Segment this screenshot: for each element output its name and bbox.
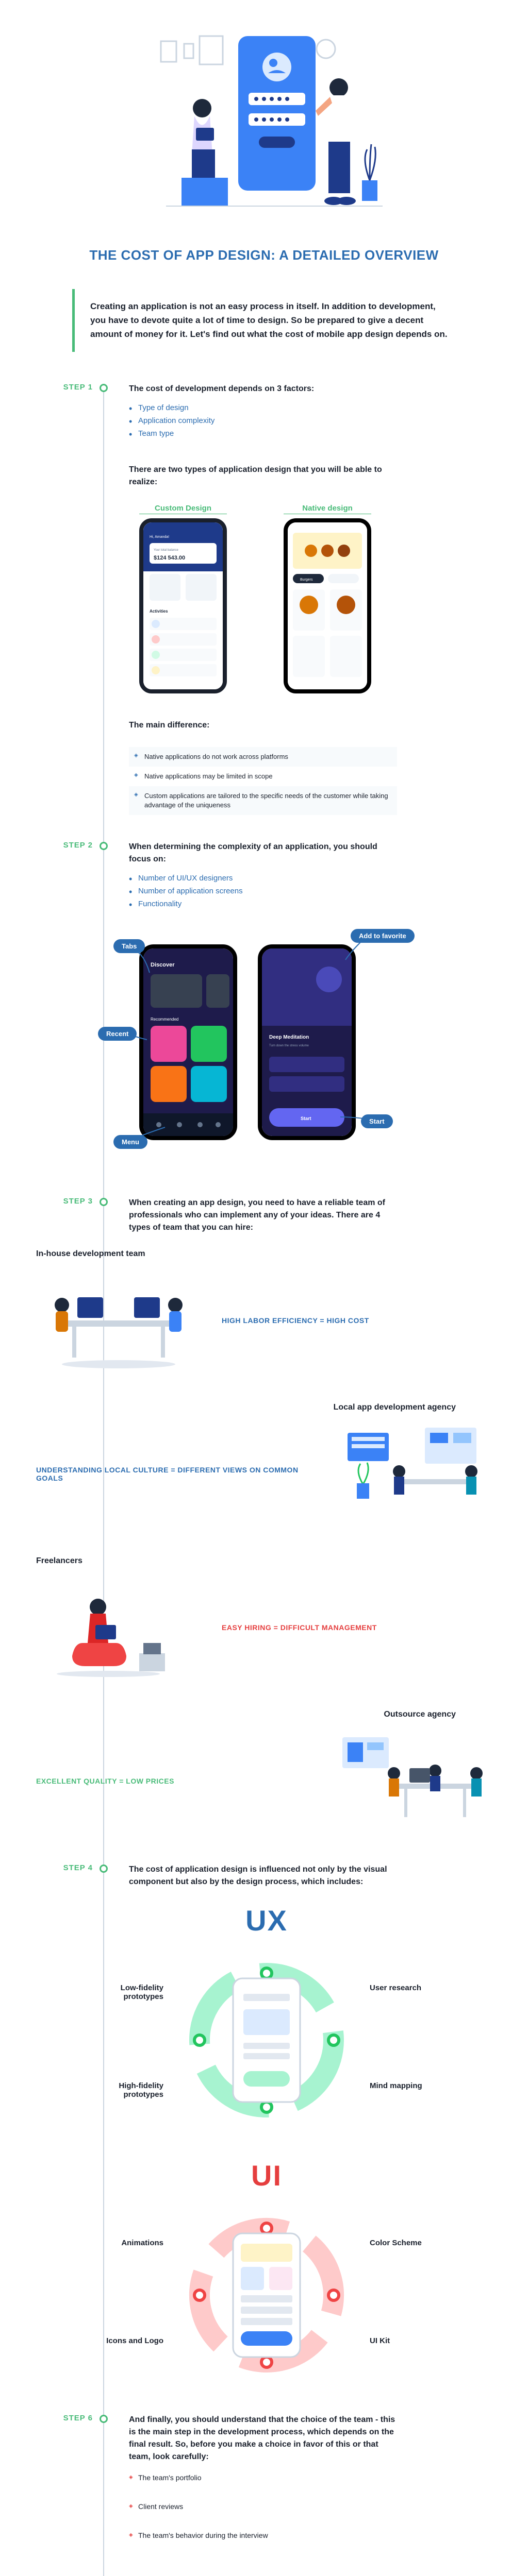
step-text: The cost of development depends on 3 fac… [129, 383, 397, 395]
step-marker-icon [100, 384, 108, 392]
step2-bullets: Number of UI/UX designers Number of appl… [129, 874, 497, 908]
step-text: The cost of application design is influe… [129, 1863, 397, 1888]
diff-list: Native applications do not work across p… [129, 747, 397, 816]
team-title: Outsource agency [129, 1710, 456, 1719]
ring-phone [228, 2228, 305, 2362]
step-3: STEP 3 When creating an app design, you … [103, 1197, 497, 1833]
final-item: The team's portfolio [129, 2473, 497, 2482]
svg-text:Activities: Activities [150, 609, 168, 614]
final-item: The team's behavior during the interview [129, 2531, 497, 2539]
svg-text:$124 543.00: $124 543.00 [154, 555, 185, 561]
svg-text:Hi, Amanda!: Hi, Amanda! [150, 535, 169, 539]
step1-bullets: Type of design Application complexity Te… [129, 403, 497, 438]
step-1: STEP 1 The cost of development depends o… [103, 383, 497, 816]
final-item: Client reviews [129, 2502, 497, 2511]
svg-text:Turn down the stress volume: Turn down the stress volume [269, 1044, 309, 1047]
svg-text:Start: Start [301, 1116, 311, 1121]
team-title: Freelancers [36, 1556, 497, 1566]
ann-menu: Menu [113, 1135, 147, 1149]
step-label: STEP 1 [36, 383, 93, 392]
step-4: STEP 4 The cost of application design is… [103, 1863, 497, 2388]
ui-label: UI [36, 2159, 497, 2192]
step-text: When determining the complexity of an ap… [129, 841, 397, 866]
ui-anim: Animations [86, 2239, 163, 2247]
annotated-phones: Discover Recommended [98, 924, 497, 1171]
ui-diagram: UI Animations Icons and Logo Color Schem… [36, 2159, 497, 2388]
step-marker-icon [100, 1865, 108, 1873]
phone-comparison: Custom Design Hi, Amanda! Your total bal… [139, 504, 497, 693]
phone-discover: Discover Recommended [139, 944, 237, 1140]
team-caption: EASY HIRING = DIFFICULT MANAGEMENT [222, 1623, 497, 1632]
svg-text:Your total balance: Your total balance [154, 549, 178, 552]
hero-illustration [140, 31, 388, 216]
step-marker-icon [100, 842, 108, 850]
team-outsource: Outsource agency EXCELLENT QUALITY = LOW… [129, 1710, 497, 1833]
svg-text:Deep Meditation: Deep Meditation [269, 1035, 309, 1040]
team-illustration [36, 1269, 201, 1372]
ann-recent: Recent [98, 1027, 137, 1041]
diff-heading: The main difference: [129, 719, 397, 732]
diff-item: Native applications may be limited in sc… [129, 767, 397, 786]
intro-box: Creating an application is not an easy p… [72, 289, 466, 352]
team-caption: EXCELLENT QUALITY = LOW PRICES [36, 1777, 311, 1785]
diff-item: Custom applications are tailored to the … [129, 786, 397, 815]
team-illustration [332, 1730, 497, 1833]
team-title: Local app development agency [129, 1403, 456, 1412]
team-caption: UNDERSTANDING LOCAL CULTURE = DIFFERENT … [36, 1466, 311, 1482]
bullet-item: Team type [129, 429, 497, 438]
timeline: STEP 1 The cost of development depends o… [103, 383, 528, 2576]
step-label: STEP 2 [36, 841, 93, 850]
bullet-item: Number of application screens [129, 887, 497, 895]
step-label: STEP 3 [36, 1197, 93, 1206]
team-local: Local app development agency UNDERSTANDI… [129, 1403, 497, 1526]
ui-icons: Icons and Logo [86, 2336, 163, 2345]
team-title: In-house development team [36, 1249, 497, 1259]
final-list: The team's portfolio Client reviews The … [129, 2473, 497, 2539]
team-illustration [36, 1576, 201, 1679]
bullet-item: Number of UI/UX designers [129, 874, 497, 883]
step-marker-icon [100, 1198, 108, 1206]
phone-mock-native: Burgers [284, 518, 371, 693]
ux-diagram: UX Low-fidelity prototypes High-fidelity… [36, 1904, 497, 2133]
svg-text:Discover: Discover [151, 962, 175, 968]
diff-item: Native applications do not work across p… [129, 747, 397, 767]
sub-heading: There are two types of application desig… [129, 464, 397, 488]
ann-fav: Add to favorite [351, 929, 415, 943]
page-title: THE COST OF APP DESIGN: A DETAILED OVERV… [0, 247, 528, 263]
svg-text:Burgers: Burgers [300, 578, 313, 582]
ann-start: Start [361, 1114, 393, 1128]
bullet-item: Functionality [129, 900, 497, 908]
step-marker-icon [100, 2415, 108, 2423]
step-text: When creating an app design, you need to… [129, 1197, 397, 1234]
phone-meditation: Deep Meditation Turn down the stress vol… [258, 944, 356, 1140]
native-design-col: Native design Burgers [284, 504, 371, 693]
team-inhouse: In-house development team [36, 1249, 497, 1372]
phone-label: Native design [284, 504, 371, 514]
team-caption: HIGH LABOR EFFICIENCY = HIGH COST [222, 1316, 497, 1325]
bullet-item: Type of design [129, 403, 497, 412]
ui-kit: UI Kit [370, 2336, 447, 2345]
step-label: STEP 4 [36, 1863, 93, 1872]
ring-phone [228, 1973, 305, 2107]
phone-mock-custom: Hi, Amanda! Your total balance $124 543.… [139, 518, 227, 693]
ann-tabs: Tabs [113, 939, 145, 953]
team-freelancers: Freelancers EASY HIRING = DIFFICULT MANA… [36, 1556, 497, 1679]
custom-design-col: Custom Design Hi, Amanda! Your total bal… [139, 504, 227, 693]
ux-research: User research [370, 1984, 447, 1992]
step-label: STEP 6 [36, 2414, 93, 2422]
intro-text: Creating an application is not an easy p… [90, 299, 451, 342]
step-6: STEP 6 And finally, you should understan… [103, 2414, 497, 2576]
svg-text:Recommended: Recommended [151, 1017, 178, 1022]
hero-section [0, 0, 528, 232]
step-2: STEP 2 When determining the complexity o… [103, 841, 497, 1171]
ux-mindmap: Mind mapping [370, 2081, 447, 2090]
phone-label: Custom Design [139, 504, 227, 514]
team-illustration [332, 1422, 497, 1526]
ux-label: UX [36, 1904, 497, 1937]
bullet-item: Application complexity [129, 416, 497, 425]
ui-color: Color Scheme [370, 2239, 447, 2247]
step-text: And finally, you should understand that … [129, 2414, 397, 2463]
ux-hifi: High-fidelity prototypes [86, 2081, 163, 2099]
ux-lowfi: Low-fidelity prototypes [86, 1984, 163, 2001]
